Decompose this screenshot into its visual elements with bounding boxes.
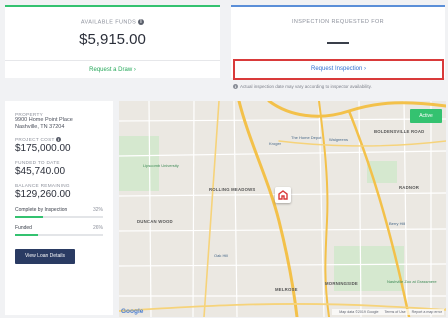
view-loan-details-button[interactable]: View Loan Details bbox=[15, 249, 75, 265]
progress-row: Funded 26% bbox=[15, 225, 103, 231]
map-place-home-depot: The Home Depot bbox=[291, 135, 322, 140]
info-icon[interactable]: i bbox=[56, 137, 62, 143]
progress-percent: 32% bbox=[92, 207, 103, 214]
progress-label: Funded bbox=[15, 225, 32, 232]
progress-fill bbox=[15, 234, 38, 237]
map-label-rolling-meadows: ROLLING MEADOWS bbox=[209, 187, 256, 192]
inspection-requested-card: INSPECTION REQUESTED FOR Request Inspect… bbox=[231, 5, 445, 80]
status-badge: Active bbox=[410, 109, 442, 123]
map-place-nashville-zoo: Nashville Zoo at Grassmere bbox=[387, 279, 437, 284]
progress-row: Complete by Inspection 32% bbox=[15, 207, 103, 213]
available-funds-amount: $5,915.00 bbox=[79, 31, 146, 48]
map-label-radnor: RADNOR bbox=[399, 185, 420, 190]
map-label-boldensville-road: BOLDENSVILLE ROAD bbox=[374, 129, 425, 134]
map-label-melrose: MELROSE bbox=[275, 287, 298, 292]
loan-details-card: PROPERTY 9900 Home Point Place Nashville… bbox=[5, 101, 113, 315]
map-place-walgreens: Walgreens bbox=[329, 137, 348, 142]
terms-link[interactable]: Terms of Use bbox=[384, 310, 405, 314]
funded-value: $45,740.00 bbox=[15, 166, 66, 178]
map-place-kroger: Kroger bbox=[269, 141, 282, 146]
funded-label: FUNDED TO DATE bbox=[15, 160, 60, 166]
project-cost-value: $175,000.00 bbox=[15, 143, 71, 155]
map-place-lipscomb: Lipscomb University bbox=[143, 163, 179, 168]
google-logo: Google bbox=[121, 308, 144, 315]
balance-label: BALANCE REMAINING bbox=[15, 183, 70, 189]
progress-bar bbox=[15, 234, 103, 237]
address-line1: 9900 Home Point Place bbox=[15, 117, 73, 123]
map-label-morningside: MORNINGSIDE bbox=[325, 281, 358, 286]
report-map-error-link[interactable]: Report a map error bbox=[412, 310, 442, 314]
request-inspection-button[interactable]: Request Inspection › bbox=[233, 59, 444, 80]
balance-value: $129,260.00 bbox=[15, 189, 71, 201]
map-label-duncan-wood: DUNCAN WOOD bbox=[137, 219, 173, 224]
map-place-oak-hill: Oak Hill bbox=[214, 253, 229, 258]
progress-bar bbox=[15, 216, 103, 219]
inspection-date-empty bbox=[327, 42, 349, 44]
map-data-credit: Map data ©2019 Google bbox=[339, 310, 379, 314]
inspection-requested-label: INSPECTION REQUESTED FOR bbox=[291, 19, 385, 25]
divider bbox=[5, 60, 220, 61]
property-map[interactable]: ROLLING MEADOWS DUNCAN WOOD MELROSE MORN… bbox=[119, 101, 446, 317]
available-funds-label: AVAILABLE FUNDS bbox=[80, 19, 137, 26]
info-icon: i bbox=[233, 84, 238, 90]
available-funds-card: AVAILABLE FUNDS i $5,915.00 Request a Dr… bbox=[5, 5, 220, 78]
property-pin-icon[interactable] bbox=[275, 187, 291, 203]
map-footer: Map data ©2019 Google Terms of Use Repor… bbox=[332, 309, 444, 315]
inspection-note-text: Actual inspection date may vary accordin… bbox=[240, 84, 372, 89]
inspection-note: i Actual inspection date may vary accordi… bbox=[233, 84, 445, 90]
map-place-berry-hill: Berry Hill bbox=[389, 221, 406, 226]
request-draw-link[interactable]: Request a Draw › bbox=[5, 67, 220, 73]
progress-percent: 26% bbox=[92, 225, 103, 232]
address-line2: Nashville, TN 37204 bbox=[15, 124, 65, 130]
project-cost-label: PROJECT COST bbox=[15, 137, 55, 142]
info-icon[interactable]: i bbox=[138, 19, 145, 25]
progress-label: Complete by Inspection bbox=[15, 207, 68, 214]
progress-fill bbox=[15, 216, 44, 219]
